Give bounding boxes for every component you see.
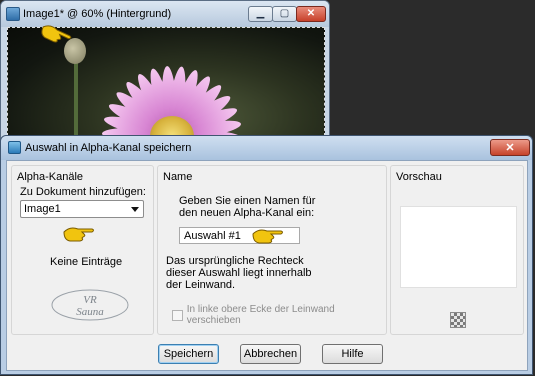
close-window-button[interactable]: ✕ — [296, 6, 326, 22]
dialog-titlebar[interactable]: Auswahl in Alpha-Kanal speichern ✕ — [1, 136, 532, 160]
selection-info-text: Das ursprüngliche Rechteck dieser Auswah… — [166, 255, 312, 291]
preview-box — [400, 206, 517, 288]
move-to-corner-checkbox[interactable] — [172, 309, 183, 321]
chevron-down-icon — [131, 207, 139, 212]
pointing-hand-icon — [251, 226, 285, 246]
dialog-title: Auswahl in Alpha-Kanal speichern — [25, 142, 192, 154]
cancel-button[interactable]: Abbrechen — [240, 344, 301, 364]
pointing-hand-icon — [62, 224, 96, 244]
dialog-body: Alpha-Kanäle Zu Dokument hinzufügen: Ima… — [6, 160, 528, 371]
close-icon: ✕ — [306, 8, 316, 19]
save-selection-dialog: Auswahl in Alpha-Kanal speichern ✕ Alpha… — [0, 135, 533, 375]
name-group-label: Name — [163, 171, 193, 183]
save-button[interactable]: Speichern — [158, 344, 219, 364]
dialog-close-button[interactable]: ✕ — [490, 139, 530, 156]
screen: Image1* @ 60% (Hintergrund) ▁ ▢ ✕ Auswah… — [0, 0, 535, 376]
move-to-corner-label: In linke obere Ecke der Leinwand verschi… — [186, 304, 335, 326]
move-to-corner-checkbox-row[interactable]: In linke obere Ecke der Leinwand verschi… — [172, 304, 386, 326]
no-entries-text: Keine Einträge — [50, 256, 123, 268]
preview-label: Vorschau — [396, 171, 442, 183]
name-group: Name Geben Sie einen Namen für den neuen… — [157, 165, 387, 335]
svg-text:VR: VR — [83, 294, 97, 306]
minimize-button[interactable]: ▁ — [248, 6, 273, 22]
image-window: Image1* @ 60% (Hintergrund) ▁ ▢ ✕ — [0, 0, 330, 140]
minimize-icon: ▁ — [256, 8, 265, 19]
alpha-channels-label: Alpha-Kanäle — [17, 171, 84, 183]
channel-name-value: Auswahl #1 — [184, 230, 241, 242]
document-select[interactable]: Image1 — [20, 200, 144, 218]
preview-group: Vorschau — [390, 165, 524, 335]
name-prompt-text: Geben Sie einen Namen für den neuen Alph… — [179, 195, 316, 219]
maximize-button[interactable]: ▢ — [272, 6, 297, 22]
dialog-app-icon — [8, 141, 21, 154]
watermark-logo: VR Sauna — [50, 288, 130, 322]
document-select-value: Image1 — [24, 203, 61, 215]
help-button[interactable]: Hilfe — [322, 344, 383, 364]
svg-text:Sauna: Sauna — [76, 306, 104, 318]
alpha-channels-group: Alpha-Kanäle Zu Dokument hinzufügen: Ima… — [11, 165, 154, 335]
preview-toggle-button[interactable] — [450, 312, 466, 328]
add-to-document-label: Zu Dokument hinzufügen: — [20, 186, 146, 198]
app-icon — [6, 7, 20, 21]
maximize-icon: ▢ — [279, 8, 290, 19]
